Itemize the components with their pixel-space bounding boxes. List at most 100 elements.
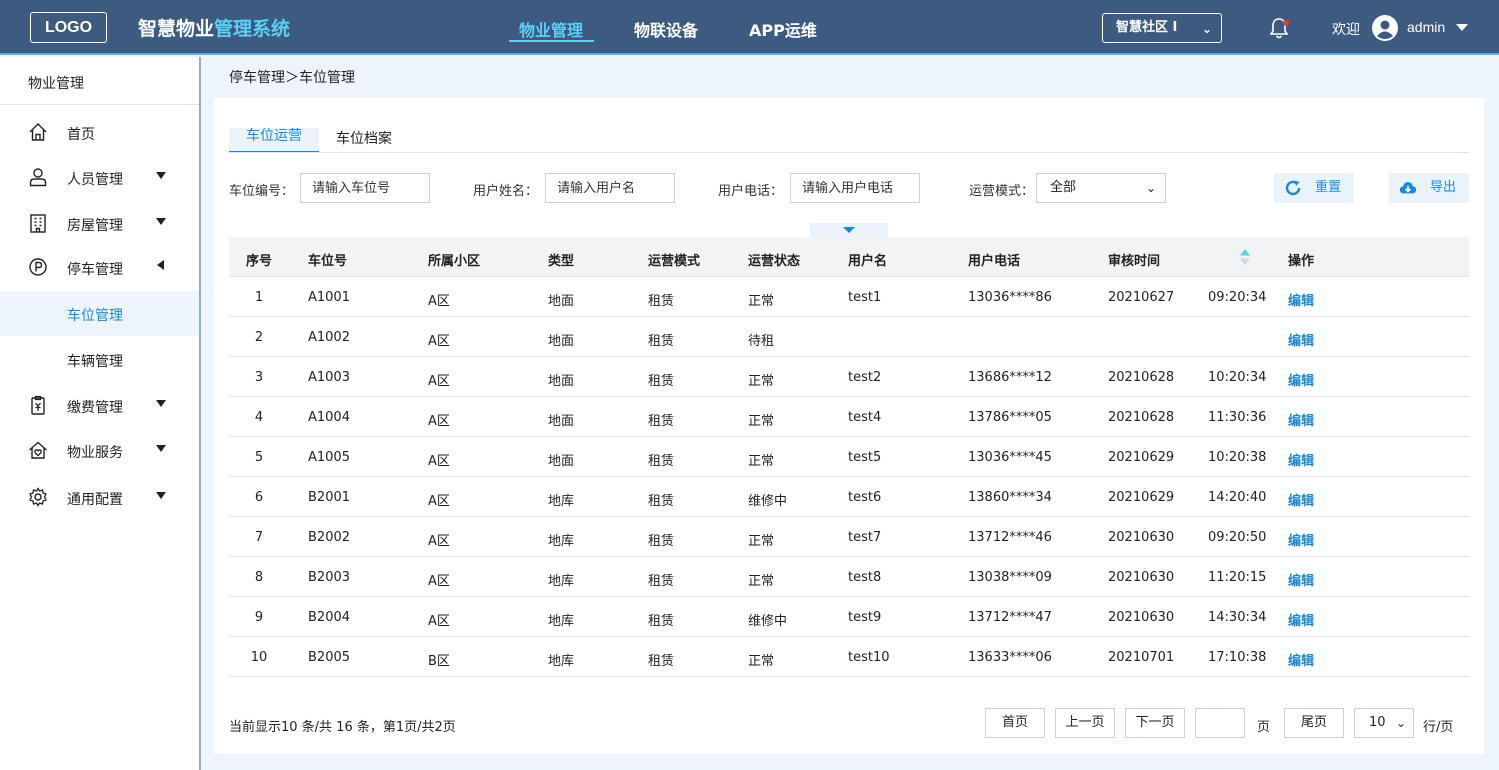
building-icon bbox=[30, 214, 46, 233]
caret-left-icon bbox=[157, 260, 164, 270]
cell-status: 维修中 bbox=[748, 494, 788, 509]
table-row: 7 B2002 A区 地库 租赁 正常 test7 13712****46 20210630 09… bbox=[229, 517, 1469, 557]
tab-space-archive[interactable]: 车位档案 bbox=[319, 128, 409, 153]
edit-link[interactable]: 编辑 bbox=[1288, 290, 1314, 309]
tab-label: 车位档案 bbox=[336, 131, 392, 147]
cell-review-date: 20210628 bbox=[1108, 410, 1175, 425]
nav-property-management[interactable]: 物业管理 bbox=[519, 17, 583, 41]
page-size-select[interactable]: 10 ⌄ bbox=[1354, 708, 1414, 738]
cell-index: 9 bbox=[254, 610, 264, 625]
user-name-input[interactable] bbox=[545, 173, 675, 203]
sidebar-item-config[interactable]: 通用配置 bbox=[0, 475, 199, 520]
col-header-index: 序号 bbox=[246, 254, 273, 269]
edit-link[interactable]: 编辑 bbox=[1288, 570, 1314, 589]
prev-page-button[interactable]: 上一页 bbox=[1055, 708, 1115, 738]
sidebar-item-home[interactable]: 首页 bbox=[0, 110, 199, 155]
user-phone-label: 用户电话： bbox=[718, 184, 784, 199]
mode-select[interactable]: 全部 ⌄ bbox=[1036, 173, 1166, 203]
chevron-down-icon: ⌄ bbox=[1145, 181, 1156, 195]
payment-icon bbox=[31, 395, 45, 415]
sidebar-item-label: 通用配置 bbox=[67, 492, 123, 508]
sidebar-item-service[interactable]: 物业服务 bbox=[0, 428, 199, 473]
edit-link[interactable]: 编辑 bbox=[1288, 530, 1314, 549]
col-header-mode: 运营模式 bbox=[648, 254, 701, 269]
edit-link[interactable]: 编辑 bbox=[1288, 330, 1314, 349]
user-menu-caret-icon[interactable] bbox=[1456, 24, 1468, 31]
edit-link[interactable]: 编辑 bbox=[1288, 410, 1314, 429]
cell-review-time: 17:10:38 bbox=[1208, 650, 1267, 665]
app-title-part1: 智慧物业 bbox=[138, 18, 215, 40]
sidebar-item-housing[interactable]: 房屋管理 bbox=[0, 201, 199, 246]
cloud-download-icon bbox=[1399, 182, 1417, 194]
sidebar-divider bbox=[0, 104, 199, 105]
cell-review-time: 10:20:34 bbox=[1208, 370, 1267, 385]
cell-status: 正常 bbox=[748, 534, 775, 549]
cell-username: test4 bbox=[848, 410, 882, 425]
col-header-phone: 用户电话 bbox=[968, 254, 1021, 269]
sidebar-item-payment[interactable]: 缴费管理 bbox=[0, 383, 199, 428]
cell-username: test8 bbox=[848, 570, 882, 585]
page-number-input[interactable] bbox=[1195, 708, 1245, 738]
caret-down-icon bbox=[156, 445, 166, 452]
edit-link[interactable]: 编辑 bbox=[1288, 450, 1314, 469]
last-page-button[interactable]: 尾页 bbox=[1284, 708, 1344, 738]
avatar-icon[interactable] bbox=[1372, 15, 1398, 41]
user-icon bbox=[29, 168, 47, 187]
nav-iot-devices[interactable]: 物联设备 bbox=[634, 17, 698, 41]
table-row: 1 A1001 A区 地面 租赁 正常 test1 13036****86 20210627 09… bbox=[229, 277, 1469, 317]
cell-community: A区 bbox=[428, 374, 450, 389]
nav-app-ops[interactable]: APP运维 bbox=[749, 17, 817, 41]
sidebar-item-personnel[interactable]: 人员管理 bbox=[0, 155, 199, 200]
refresh-icon bbox=[1285, 180, 1301, 196]
cell-community: A区 bbox=[428, 614, 450, 629]
col-header-community: 所属小区 bbox=[428, 254, 481, 269]
col-header-type: 类型 bbox=[548, 254, 575, 269]
collapse-filters-toggle[interactable] bbox=[810, 223, 888, 237]
username[interactable]: admin bbox=[1407, 19, 1445, 35]
cell-mode: 租赁 bbox=[648, 534, 675, 549]
cell-mode: 租赁 bbox=[648, 294, 675, 309]
reset-label: 重置 bbox=[1315, 180, 1342, 195]
sidebar-item-label: 物业服务 bbox=[67, 445, 123, 461]
first-page-button[interactable]: 首页 bbox=[985, 708, 1045, 738]
edit-link[interactable]: 编辑 bbox=[1288, 370, 1314, 389]
cell-username: test7 bbox=[848, 530, 882, 545]
cell-space-no: A1004 bbox=[308, 410, 350, 425]
cell-community: A区 bbox=[428, 414, 450, 429]
table-row: 3 A1003 A区 地面 租赁 正常 test2 13686****12 20210628 10… bbox=[229, 357, 1469, 397]
cell-phone: 13786****05 bbox=[968, 410, 1052, 425]
table-row: 4 A1004 A区 地面 租赁 正常 test4 13786****05 20210628 11… bbox=[229, 397, 1469, 437]
triangle-down-icon bbox=[843, 227, 855, 233]
table-row: 2 A1002 A区 地面 租赁 待租 编辑 bbox=[229, 317, 1469, 357]
space-no-input[interactable] bbox=[300, 173, 430, 203]
cell-index: 10 bbox=[250, 650, 268, 665]
app-title-part2: 管理系统 bbox=[214, 18, 291, 40]
sidebar-item-parking[interactable]: 停车管理 bbox=[0, 245, 199, 290]
cell-community: A区 bbox=[428, 454, 450, 469]
caret-down-icon bbox=[156, 400, 166, 407]
export-button[interactable]: 导出 bbox=[1389, 173, 1469, 203]
community-select[interactable]: 智慧社区 I ⌄ bbox=[1102, 13, 1222, 43]
edit-link[interactable]: 编辑 bbox=[1288, 490, 1314, 509]
bell-icon[interactable] bbox=[1268, 16, 1290, 40]
edit-link[interactable]: 编辑 bbox=[1288, 610, 1314, 629]
user-name-label: 用户姓名： bbox=[473, 184, 539, 199]
gear-icon bbox=[29, 487, 47, 507]
mode-value: 全部 bbox=[1050, 180, 1077, 195]
cell-community: A区 bbox=[428, 334, 450, 349]
cell-username: test5 bbox=[848, 450, 882, 465]
tab-space-operation[interactable]: 车位运营 bbox=[229, 128, 319, 153]
reset-button[interactable]: 重置 bbox=[1274, 173, 1354, 203]
cell-status: 待租 bbox=[748, 334, 775, 349]
sort-icon[interactable] bbox=[1239, 248, 1251, 266]
cell-username: test6 bbox=[848, 490, 882, 505]
cell-review-time: 10:20:38 bbox=[1208, 450, 1267, 465]
cell-mode: 租赁 bbox=[648, 414, 675, 429]
sidebar-subitem-vehicle[interactable]: 车辆管理 bbox=[0, 337, 199, 382]
next-page-button[interactable]: 下一页 bbox=[1125, 708, 1185, 738]
user-phone-input[interactable] bbox=[790, 173, 920, 203]
sidebar-subitem-parking-space[interactable]: 车位管理 bbox=[0, 291, 199, 336]
cell-phone: 13036****45 bbox=[968, 450, 1052, 465]
page-size-value: 10 bbox=[1369, 715, 1386, 730]
edit-link[interactable]: 编辑 bbox=[1288, 650, 1314, 669]
